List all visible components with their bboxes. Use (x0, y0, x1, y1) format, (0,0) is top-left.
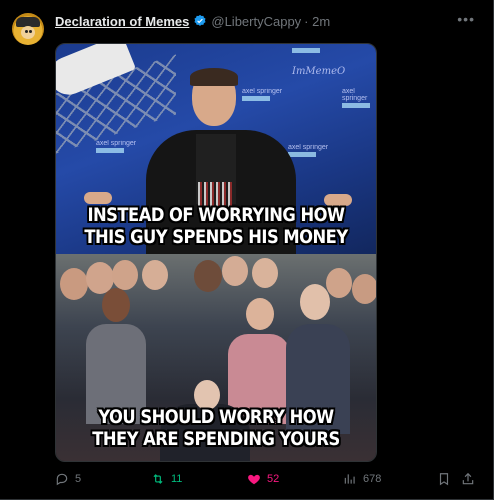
crowd-face (352, 274, 376, 304)
crowd-face (102, 288, 130, 322)
sponsor-logo (292, 48, 320, 53)
reply-button[interactable]: 5 (55, 472, 81, 486)
action-bar: 5 11 52 678 (55, 472, 475, 490)
like-button[interactable]: 52 (247, 472, 279, 486)
heart-icon (248, 474, 260, 485)
post-image[interactable]: ImMemeO axel springer axel springer axel… (55, 43, 377, 462)
tweet-header: Declaration of Memes @LibertyCappy · 2m (55, 11, 330, 31)
meme-bottom-panel: YOU SHOULD WORRY HOW THEY ARE SPENDING Y… (56, 254, 376, 461)
crowd-face (326, 268, 352, 298)
avatar-face (21, 26, 35, 39)
like-count: 52 (267, 473, 280, 485)
reply-count: 5 (75, 473, 82, 485)
crowd-face (60, 268, 88, 300)
post-time[interactable]: · 2m (304, 14, 330, 29)
more-options-icon[interactable]: ••• (457, 11, 475, 27)
reply-icon (56, 473, 68, 486)
sponsor-logo: axel springer (96, 140, 136, 153)
sponsor-logo-text: axel springer (342, 88, 368, 102)
meme-top-panel: ImMemeO axel springer axel springer axel… (56, 44, 376, 260)
verified-badge-icon (194, 14, 206, 26)
crowd-face (246, 298, 274, 330)
display-name[interactable]: Declaration of Memes (55, 14, 189, 29)
watermark: ImMemeO (292, 66, 346, 77)
sponsor-logo-text: axel springer (96, 140, 137, 147)
bottom-caption: YOU SHOULD WORRY HOW THEY ARE SPENDING Y… (92, 406, 340, 450)
user-handle[interactable]: @LibertyCappy (211, 14, 301, 29)
avatar-eye (25, 30, 28, 33)
share-button[interactable] (461, 472, 475, 486)
avatar-eye (29, 30, 32, 33)
top-caption: INSTEAD OF WORRYING HOW THIS GUY SPENDS … (84, 204, 348, 248)
crowd-face (222, 256, 248, 286)
bookmark-icon (439, 473, 449, 486)
avatar[interactable] (12, 13, 44, 45)
crowd-face (300, 284, 330, 320)
retweet-button[interactable]: 11 (151, 472, 182, 486)
views-button[interactable]: 678 (343, 472, 381, 486)
retweet-count: 11 (171, 473, 183, 485)
share-icon (462, 472, 474, 485)
bookmark-button[interactable] (437, 472, 451, 486)
crowd-face (194, 260, 222, 292)
crowd-face (252, 258, 278, 288)
sponsor-logo: axel springer (342, 88, 376, 108)
views-count: 678 (363, 473, 382, 485)
tweet-card[interactable]: Declaration of Memes @LibertyCappy · 2m … (0, 0, 494, 500)
left-hand (84, 192, 112, 204)
retweet-icon (153, 474, 163, 484)
views-chart-icon (344, 474, 355, 484)
crowd-face (142, 260, 168, 290)
crowd-face (112, 260, 138, 290)
